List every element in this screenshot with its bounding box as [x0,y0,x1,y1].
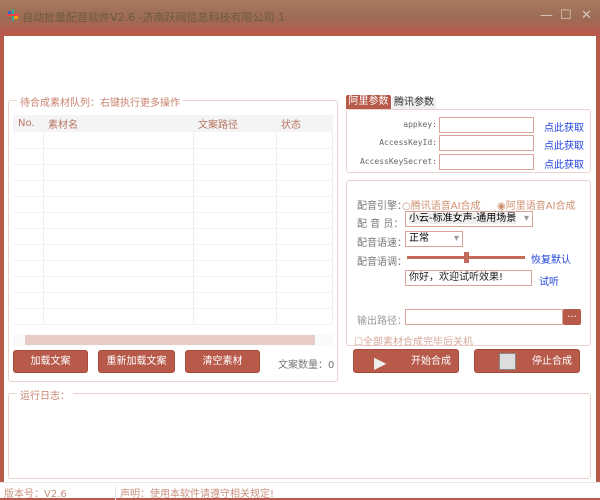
clear-button[interactable]: 清空素材 [185,350,260,373]
window-title: 自动批量配音软件V2.6 -济南跃网信息科技有限公司 1 [22,11,285,24]
accesskeysecret-get-link[interactable]: 点此获取 [544,156,584,171]
output-label: 输出路径： [357,316,407,327]
queue-table[interactable]: No. 素材名 文案路径 状态 [13,115,333,333]
horizontal-scrollbar[interactable] [13,334,333,346]
log-textarea[interactable] [13,404,588,476]
tab-ali[interactable]: 阿里参数 [346,95,391,109]
minimize-button[interactable]: — [540,8,553,23]
status-bar: 版本号：V2.6 声明：使用本软件请遵守相关规定! [0,482,600,500]
main-panel: 待合成素材队列：右键执行更多操作 No. 素材名 文案路径 状态 加载文案 重新加载文… [4,36,596,482]
appkey-input[interactable] [439,117,534,133]
notice-text: 声明：使用本软件请遵守相关规定! [115,485,274,500]
preview-text-input[interactable]: 你好，欢迎试听效果! [405,270,532,286]
queue-group: 待合成素材队列：右键执行更多操作 No. 素材名 文案路径 状态 [8,94,338,382]
reload-button[interactable]: 重新加载文案 [98,350,175,373]
log-title: 运行日志： [17,387,73,402]
appkey-get-link[interactable]: 点此获取 [544,119,584,134]
accesskeyid-label: AccessKeyId: [379,138,437,147]
engine-tencent-radio[interactable]: ○腾讯语音AI合成 [402,197,481,212]
reset-default-link[interactable]: 恢复默认 [531,251,571,266]
count-value: 0 [328,360,335,371]
pitch-label: 配音语调： [357,257,407,268]
title-bar: 自动批量配音软件V2.6 -济南跃网信息科技有限公司 1 — ☐ ✕ [0,0,600,30]
shutdown-checkbox[interactable]: ☐全部素材合成完毕后关机 [354,333,473,348]
app-logo-icon [7,9,19,21]
ali-params-panel: appkey: 点此获取 AccessKeyId: 点此获取 AccessKey… [346,109,591,173]
chevron-down-icon: ▾ [453,233,459,244]
tab-tencent[interactable]: 腾讯参数 [392,97,436,109]
engine-label: 配音引擎： [357,201,407,212]
accesskeysecret-input[interactable] [439,154,534,170]
count-label: 文案数量： [278,360,328,371]
appkey-label: appkey: [403,120,437,129]
col-path[interactable]: 文案路径 [193,115,276,132]
pitch-slider-thumb[interactable] [464,252,469,263]
accesskeyid-input[interactable] [439,135,534,151]
output-path-input[interactable] [405,309,563,325]
col-name[interactable]: 素材名 [43,115,193,132]
play-icon: ▶ [374,353,387,372]
scrollbar-thumb[interactable] [25,335,315,345]
version-text: 版本号：V2.6 [4,489,67,500]
speaker-label: 配 音 员： [357,219,404,230]
log-group: 运行日志： [8,387,591,479]
col-status[interactable]: 状态 [276,115,333,132]
stop-icon [499,353,516,370]
speaker-select[interactable]: 小云-标准女声-通用场景 ▾ [405,211,533,227]
queue-title: 待合成素材队列：右键执行更多操作 [17,94,183,109]
browse-button[interactable]: ... [563,309,581,325]
preview-link[interactable]: 试听 [539,273,559,288]
accesskeyid-get-link[interactable]: 点此获取 [544,137,584,152]
chevron-down-icon: ▾ [523,213,529,224]
close-button[interactable]: ✕ [581,8,592,23]
col-no[interactable]: No. [13,115,43,132]
voice-settings-group: 配音引擎： ○腾讯语音AI合成 ◉阿里语音AI合成 配 音 员： 小云-标准女声… [346,180,591,346]
pitch-slider[interactable] [407,252,525,263]
engine-ali-radio[interactable]: ◉阿里语音AI合成 [497,197,576,212]
stop-button[interactable]: 停止合成 [474,349,580,373]
accesskeysecret-label: AccessKeySecret: [359,157,437,166]
start-button[interactable]: ▶ 开始合成 [353,349,459,373]
maximize-button[interactable]: ☐ [560,8,572,23]
load-button[interactable]: 加载文案 [13,350,88,373]
speed-select[interactable]: 正常 ▾ [405,231,463,247]
speed-label: 配音语速： [357,238,407,249]
